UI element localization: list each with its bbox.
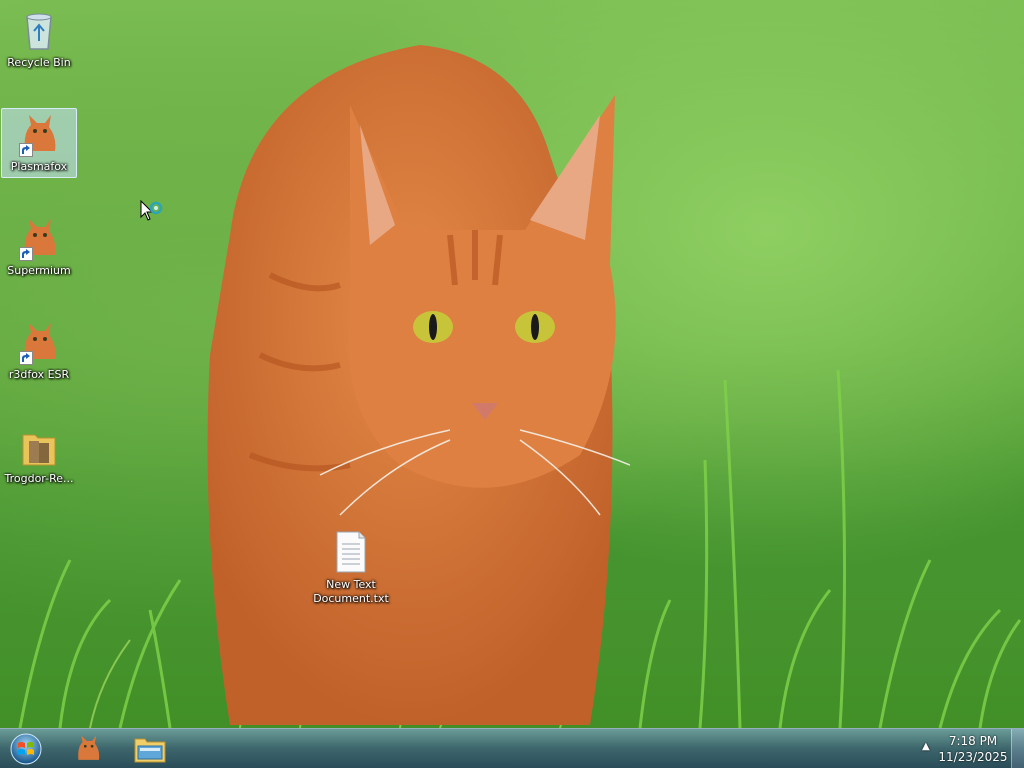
clock-date: 11/23/2025 [938, 750, 1008, 764]
shortcut-arrow-icon [19, 143, 33, 157]
cat-browser-icon [17, 113, 61, 157]
tray-expand-button[interactable]: ▲ [922, 741, 930, 752]
clock-time: 7:18 PM [948, 734, 998, 748]
busy-cursor-icon [140, 200, 163, 221]
cat-browser-icon [17, 321, 61, 365]
desktop-icon-label: r3dfox ESR [8, 368, 70, 381]
desktop-icon-supermium[interactable]: Supermium [1, 212, 77, 282]
desktop-icon-label: Plasmafox [10, 160, 68, 173]
shortcut-arrow-icon [19, 351, 33, 365]
file-label-line2: Document.txt [313, 592, 389, 605]
taskbar: ▲ 7:18 PM 11/23/2025 [0, 728, 1024, 768]
desktop-icon-plasmafox[interactable]: Plasmafox [1, 108, 77, 178]
file-label-line1: New Text [326, 578, 376, 591]
taskbar-browser-button[interactable] [62, 731, 114, 767]
start-button[interactable] [6, 731, 46, 767]
desktop-icon-trogdor-folder[interactable]: Trogdor-Re... [1, 420, 77, 490]
windows-orb-icon [10, 733, 42, 765]
desktop-icon-label: Recycle Bin [7, 56, 71, 69]
desktop-icon-recycle-bin[interactable]: Recycle Bin [1, 4, 77, 74]
recycle-bin-icon [17, 9, 61, 53]
folder-explorer-icon [134, 738, 166, 763]
text-file-icon [333, 530, 369, 578]
desktop-icon-label: Trogdor-Re... [4, 472, 74, 485]
cat-browser-icon [78, 735, 100, 760]
cat-browser-icon [17, 217, 61, 261]
folder-icon [17, 425, 61, 469]
show-desktop-button[interactable] [1011, 729, 1024, 768]
taskbar-explorer-button[interactable] [124, 731, 176, 767]
desktop[interactable]: Recycle Bin Plasmafox Supermium r3dfox E… [0, 0, 1024, 768]
desktop-icon-label: Supermium [7, 264, 71, 277]
desktop-icon-r3dfox-esr[interactable]: r3dfox ESR [1, 316, 77, 386]
wallpaper-cat [207, 45, 630, 725]
desktop-icon-new-text-document[interactable]: New Text Document.txt [311, 530, 391, 610]
shortcut-arrow-icon [19, 247, 33, 261]
taskbar-clock[interactable]: 7:18 PM 11/23/2025 [938, 733, 1008, 765]
